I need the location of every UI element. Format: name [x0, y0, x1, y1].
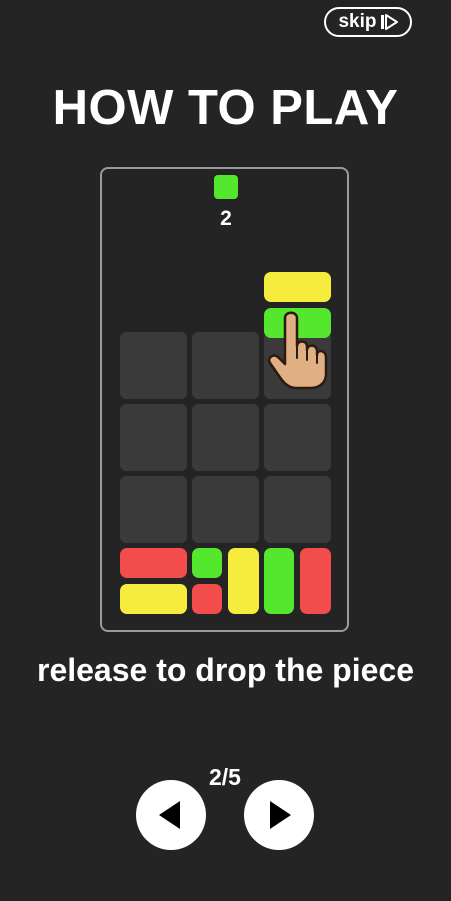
placed-block-red: [192, 584, 222, 614]
held-piece-yellow-block: [264, 272, 331, 302]
page-title: HOW TO PLAY: [52, 81, 399, 135]
previous-button[interactable]: [136, 780, 206, 850]
grid-cell[interactable]: [264, 476, 331, 543]
placed-block-red: [120, 548, 187, 578]
game-board: 2: [100, 167, 349, 632]
skip-label: skip: [338, 11, 377, 32]
instruction-text: release to drop the piece: [36, 652, 414, 688]
skip-forward-icon: [380, 14, 398, 30]
placed-block-red: [300, 548, 331, 614]
page-indicator: 2/5: [209, 764, 241, 790]
triangle-left-icon: [159, 801, 180, 829]
triangle-right-icon: [270, 801, 291, 829]
grid-cell[interactable]: [264, 404, 331, 471]
placed-block-green: [192, 548, 222, 578]
placed-block-yellow: [228, 548, 259, 614]
next-piece-count: 2: [220, 207, 232, 230]
hand-pointer-icon: [268, 311, 328, 390]
grid-cell[interactable]: [120, 332, 187, 399]
placed-block-green: [264, 548, 294, 614]
next-button[interactable]: [244, 780, 314, 850]
grid-cell[interactable]: [192, 332, 259, 399]
next-piece-preview: [214, 175, 238, 199]
skip-button[interactable]: skip: [324, 7, 412, 37]
grid-cell[interactable]: [192, 476, 259, 543]
grid-cell[interactable]: [120, 404, 187, 471]
grid-cell[interactable]: [192, 404, 259, 471]
grid-cell[interactable]: [120, 476, 187, 543]
placed-block-yellow: [120, 584, 187, 614]
